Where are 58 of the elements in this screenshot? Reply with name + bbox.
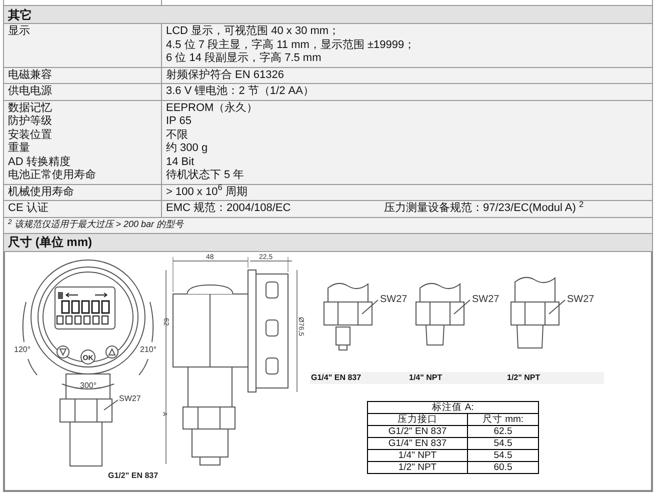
table-cell: G1/2" EN 837 (368, 425, 468, 437)
table-cell: 62.5 (467, 425, 538, 437)
table-cell: G1/4" EN 837 (368, 437, 468, 449)
spec-value: 3.6 V 锂电池：2 节（1/2 AA） (166, 85, 315, 98)
spec-value: 6 位 14 段副显示，字高 7.5 mm (166, 52, 322, 66)
spec-value: 不限 (166, 128, 189, 142)
spec-label: 显示 (4, 24, 162, 66)
spec-label: 机械使用寿命 (4, 184, 162, 200)
spec-label: 电池正常使用寿命 (4, 168, 162, 184)
wrench-size-label: SW27 (119, 394, 141, 402)
section-header: 其它 (3, 6, 653, 24)
ok-button-drawing (80, 349, 96, 364)
table-title: 标注值 A: (368, 401, 538, 413)
spec-value: 4.5 位 7 段主显，字高 11 mm，显示范围 ±19999； (166, 38, 416, 52)
rotation-angle-label: 210° (140, 344, 157, 354)
leader-line (362, 299, 378, 314)
table-cell: 1/2" NPT (368, 461, 468, 473)
leader-line (104, 399, 118, 410)
footnote: $^{2}$ 该规范仅适用于最大过压 > 200 bar 的型号 (8, 218, 184, 232)
rotation-angle-label: 300° (80, 380, 97, 390)
rotation-angle-label: 120° (14, 344, 31, 354)
table-cell: 54.5 (467, 449, 538, 461)
spec-value: EEPROM（永久） (166, 102, 259, 115)
spec-value: > 100 x 10$^{6}$ 周期 (166, 186, 248, 199)
spec-label: AD 转换精度 (4, 154, 162, 170)
spec-label: 安装位置 (4, 128, 162, 143)
spec-value: 压力测量设备规范：97/23/EC(Modul A) $^{2}$ (384, 202, 584, 216)
spec-label: 重量 (4, 141, 162, 156)
column-header: 压力接口 (368, 413, 468, 425)
pipe-fitting-drawing (510, 276, 560, 348)
connection-caption: 1/2" NPT (506, 372, 604, 384)
leader-line (548, 299, 566, 314)
spec-label: 防护等级 (4, 114, 162, 130)
spec-label: 电磁兼容 (4, 68, 162, 83)
spec-value: 约 300 g (166, 142, 209, 156)
connection-caption: G1/2" EN 837 (108, 470, 158, 480)
spec-value: LCD 显示，可视范围 40 x 30 mm； (166, 25, 341, 38)
wrench-size-label: SW27 (380, 294, 408, 304)
section-header: 尺寸 (单位 mm) (3, 234, 653, 252)
spec-value: 射频保护符合 EN 61326 (166, 68, 285, 82)
pipe-fitting-drawing (416, 282, 464, 345)
connection-caption: 1/4" NPT (408, 372, 506, 384)
leader-line (454, 299, 470, 314)
table-cell: 60.5 (467, 461, 538, 473)
table-cell: 54.5 (467, 437, 538, 449)
column-header: 尺寸 mm: (467, 413, 538, 425)
spec-label: CE 认证 (4, 201, 162, 216)
spec-label: 供电电源 (4, 84, 162, 100)
spec-value: EMC 规范：2004/108/EC (166, 202, 292, 216)
table-cell: 1/4" NPT (368, 449, 468, 461)
wrench-size-label: SW27 (472, 294, 500, 304)
spec-value: IP 65 (166, 115, 192, 128)
connection-caption: G1/4" EN 837 (310, 372, 408, 384)
spec-value: 待机状态下 5 年 (166, 169, 246, 182)
wrench-size-label: SW27 (567, 294, 594, 304)
pipe-fitting-drawing (324, 282, 372, 350)
spec-label: 数据记忆 (4, 100, 162, 116)
spec-value: 14 Bit (166, 156, 196, 169)
